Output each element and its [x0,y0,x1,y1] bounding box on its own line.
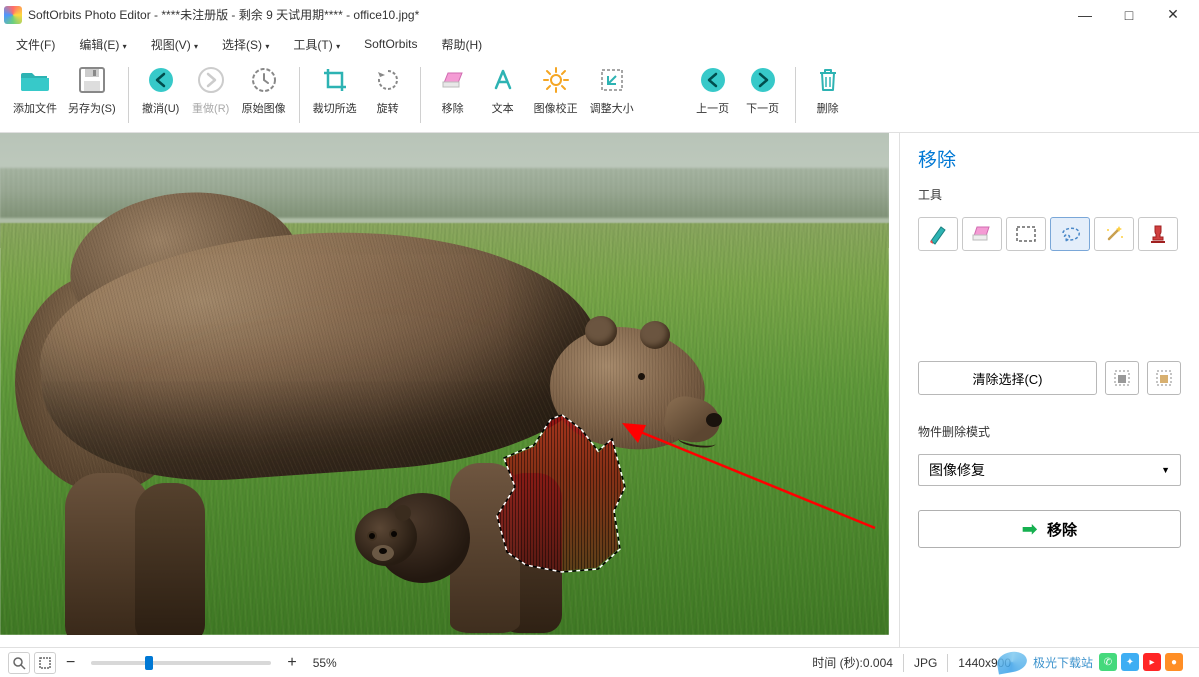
image-content [0,133,889,635]
original-button[interactable]: 原始图像 [237,62,291,132]
menu-file[interactable]: 文件(F) [8,32,63,57]
menu-help[interactable]: 帮助(H) [433,32,490,57]
rect-select-tool[interactable] [1006,217,1046,251]
side-panel: 移除 工具 清除选择(C) 物件删除模式 图像修复 ▼ ➡ 移除 [899,133,1199,647]
toolbar: 添加文件 另存为(S) 撤消(U) 重做(R) 原始图像 裁切所选 旋转 [0,58,1199,133]
next-button[interactable]: 下一页 [739,62,787,132]
arrow-right-icon: ➡ [1022,519,1037,540]
add-files-button[interactable]: 添加文件 [8,62,62,132]
app-icon [4,6,22,24]
zoom-value: 55% [313,656,337,670]
undo-button[interactable]: 撤消(U) [137,62,185,132]
maximize-button[interactable]: □ [1107,0,1151,30]
wand-tool[interactable] [1094,217,1134,251]
tools-label: 工具 [918,186,1181,203]
chevron-down-icon: ▼ [1161,465,1170,475]
menu-view[interactable]: 视图(V) ▾ [143,32,206,57]
work-area: 移除 工具 清除选择(C) 物件删除模式 图像修复 ▼ ➡ 移除 [0,133,1199,647]
brightness-icon [542,66,570,94]
status-bar: − + 55% 时间 (秒): 0.004 JPG 1440x900 极光下载站… [0,647,1199,677]
menu-tools[interactable]: 工具(T) ▾ [285,32,348,57]
delete-button[interactable]: 删除 [804,62,852,132]
canvas[interactable] [0,133,899,647]
text-button[interactable]: 文本 [479,62,527,132]
format-value: JPG [914,656,937,670]
eraser-icon [439,66,467,94]
panel-title: 移除 [918,145,1181,172]
marker-tool[interactable] [918,217,958,251]
menu-bar: 文件(F) 编辑(E) ▾ 视图(V) ▾ 选择(S) ▾ 工具(T) ▾ So… [0,30,1199,58]
zoom-actual-button[interactable] [34,652,56,674]
menu-select[interactable]: 选择(S) ▾ [214,32,277,57]
crop-button[interactable]: 裁切所选 [308,62,362,132]
mode-select[interactable]: 图像修复 ▼ [918,454,1181,486]
zoom-in-button[interactable]: + [281,654,302,672]
minimize-button[interactable]: — [1063,0,1107,30]
redo-button: 重做(R) [187,62,235,132]
title-bar: SoftOrbits Photo Editor - ****未注册版 - 剩余 … [0,0,1199,30]
menu-edit[interactable]: 编辑(E) ▾ [71,32,134,57]
zoom-slider[interactable] [91,661,271,665]
trash-icon [814,66,842,94]
close-button[interactable]: ✕ [1151,0,1195,30]
crop-icon [321,66,349,94]
rotate-icon [374,66,402,94]
remove-action-button[interactable]: ➡ 移除 [918,510,1181,548]
stamp-tool[interactable] [1138,217,1178,251]
history-icon [250,66,278,94]
save-as-button[interactable]: 另存为(S) [64,62,120,132]
selection-region[interactable] [497,411,632,571]
remove-button[interactable]: 移除 [429,62,477,132]
undo-icon [147,66,175,94]
next-icon [749,66,777,94]
lasso-tool[interactable] [1050,217,1090,251]
eraser-tool[interactable] [962,217,1002,251]
save-icon [78,66,106,94]
redo-icon [197,66,225,94]
zoom-out-button[interactable]: − [60,654,81,672]
menu-softorbits[interactable]: SoftOrbits [356,33,425,55]
correction-button[interactable]: 图像校正 [529,62,583,132]
window-title: SoftOrbits Photo Editor - ****未注册版 - 剩余 … [28,6,1063,23]
clear-selection-button[interactable]: 清除选择(C) [918,361,1097,395]
time-label: 时间 (秒): [812,654,863,671]
rotate-button[interactable]: 旋转 [364,62,412,132]
watermark: 极光下载站 ✆ ✦ ▸ ● [997,652,1183,672]
zoom-fit-button[interactable] [8,652,30,674]
prev-button[interactable]: 上一页 [689,62,737,132]
mode-label: 物件删除模式 [918,423,1181,440]
resize-icon [598,66,626,94]
text-icon [489,66,517,94]
time-value: 0.004 [863,656,893,670]
tool-palette [918,217,1181,251]
save-selection-button[interactable] [1105,361,1139,395]
prev-icon [699,66,727,94]
load-selection-button[interactable] [1147,361,1181,395]
folder-icon [21,66,49,94]
resize-button[interactable]: 调整大小 [585,62,639,132]
